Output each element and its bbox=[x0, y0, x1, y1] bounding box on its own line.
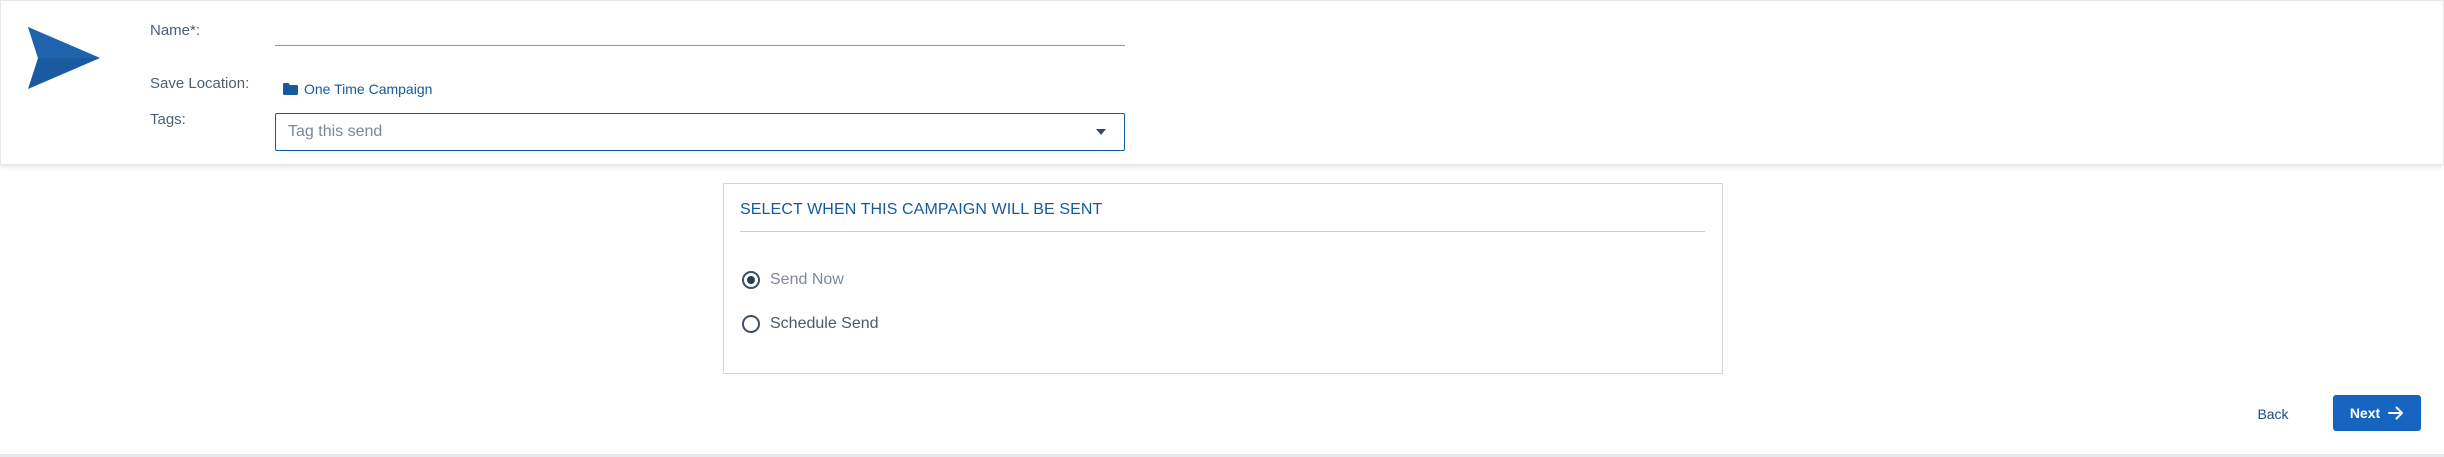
send-now-radio[interactable] bbox=[742, 271, 760, 289]
tags-select[interactable] bbox=[275, 113, 1125, 151]
name-input[interactable] bbox=[275, 29, 1125, 46]
tags-label: Tags: bbox=[150, 111, 186, 128]
name-label: Name*: bbox=[150, 22, 201, 39]
arrow-right-icon bbox=[2388, 406, 2404, 420]
tags-input[interactable] bbox=[288, 122, 1068, 142]
caret-down-icon[interactable] bbox=[1096, 129, 1106, 135]
save-location-label: Save Location: bbox=[150, 75, 250, 92]
send-timing-card: SELECT WHEN THIS CAMPAIGN WILL BE SENT S… bbox=[723, 183, 1723, 374]
campaign-details-panel: Name*: Save Location: One Time Campaign … bbox=[0, 0, 2444, 165]
next-button[interactable]: Next bbox=[2333, 395, 2421, 431]
folder-icon bbox=[283, 83, 298, 95]
paper-plane-icon bbox=[28, 27, 100, 89]
back-button[interactable]: Back bbox=[2243, 397, 2303, 431]
option-schedule-send[interactable]: Schedule Send bbox=[742, 315, 879, 333]
send-timing-title: SELECT WHEN THIS CAMPAIGN WILL BE SENT bbox=[740, 201, 1103, 218]
send-now-label: Send Now bbox=[770, 271, 844, 288]
save-location-value: One Time Campaign bbox=[304, 81, 433, 97]
option-send-now[interactable]: Send Now bbox=[742, 271, 844, 289]
schedule-send-radio[interactable] bbox=[742, 315, 760, 333]
next-button-label: Next bbox=[2349, 405, 2381, 421]
divider bbox=[740, 231, 1705, 232]
schedule-send-label: Schedule Send bbox=[770, 315, 879, 332]
save-location-link[interactable]: One Time Campaign bbox=[283, 81, 432, 97]
